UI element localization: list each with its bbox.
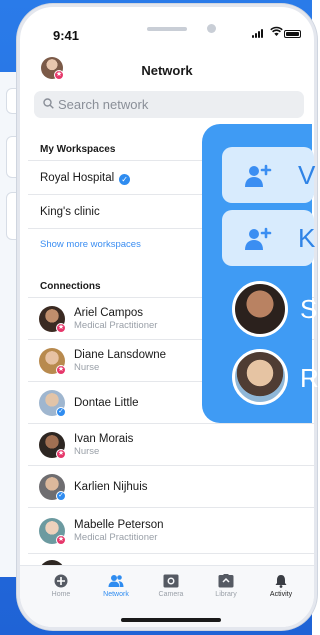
connection-row[interactable] bbox=[28, 553, 314, 586]
workspace-label: King's clinic bbox=[40, 206, 100, 218]
quick-contact-letter: R bbox=[300, 363, 319, 393]
workspace-label: Royal Hospital bbox=[40, 172, 115, 184]
quick-workspace-card[interactable]: V bbox=[222, 147, 316, 203]
add-user-icon bbox=[245, 164, 272, 187]
avatar: ★ bbox=[39, 518, 66, 545]
connection-row[interactable]: ★ Ivan Morais Nurse bbox=[28, 423, 314, 465]
camera-icon bbox=[163, 574, 179, 588]
connection-name: Ivan Morais bbox=[74, 433, 134, 445]
tab-network[interactable]: Network bbox=[91, 574, 141, 598]
quick-contacts-panel: V K S R bbox=[202, 124, 319, 423]
connection-name: Karlien Nijhuis bbox=[74, 481, 148, 493]
connection-role: Medical Practitioner bbox=[74, 532, 158, 543]
tab-label: Home bbox=[51, 591, 71, 598]
tab-label: Activity bbox=[269, 591, 293, 598]
wifi-icon bbox=[270, 26, 283, 36]
bell-icon bbox=[275, 575, 287, 588]
avatar: ★ bbox=[39, 306, 66, 333]
tab-label: Camera bbox=[158, 591, 184, 598]
library-icon bbox=[218, 574, 234, 588]
connection-row[interactable]: ★ Mabelle Peterson Medical Practitioner bbox=[28, 507, 314, 553]
connection-name: Mabelle Peterson bbox=[74, 519, 164, 531]
quick-card-letter: K bbox=[298, 223, 316, 253]
avatar: ★ bbox=[39, 348, 66, 375]
star-badge-icon: ★ bbox=[56, 449, 66, 459]
connections-heading: Connections bbox=[40, 281, 101, 292]
connection-role: Medical Practitioner bbox=[74, 320, 158, 331]
star-badge-icon: ★ bbox=[56, 535, 66, 545]
connection-name: Diane Lansdowne bbox=[74, 349, 167, 361]
front-camera bbox=[207, 24, 216, 33]
quick-contact-letter: S bbox=[300, 294, 318, 324]
avatar[interactable] bbox=[232, 349, 288, 405]
people-icon bbox=[108, 575, 124, 587]
workspaces-heading: My Workspaces bbox=[40, 144, 116, 155]
connection-name: Ariel Campos bbox=[74, 307, 144, 319]
avatar: ✓ bbox=[39, 390, 66, 417]
add-user-icon bbox=[245, 227, 272, 250]
tab-label: Network bbox=[103, 591, 129, 598]
signal-icon bbox=[252, 29, 263, 38]
avatar[interactable] bbox=[232, 281, 288, 337]
quick-workspace-card[interactable]: K bbox=[222, 210, 316, 266]
connection-role: Nurse bbox=[74, 446, 100, 457]
status-time: 9:41 bbox=[53, 28, 80, 43]
battery-icon bbox=[284, 30, 301, 38]
connection-role: Nurse bbox=[74, 362, 100, 373]
page-title: Network bbox=[141, 63, 193, 78]
connection-name: Dontae Little bbox=[74, 397, 139, 409]
check-badge-icon: ✓ bbox=[56, 407, 66, 417]
quick-card-letter: V bbox=[298, 160, 316, 190]
speaker-grille bbox=[147, 27, 187, 31]
search-input[interactable]: Search network bbox=[34, 91, 304, 118]
home-icon bbox=[54, 574, 68, 588]
avatar: ✓ bbox=[39, 474, 66, 501]
tab-camera[interactable]: Camera bbox=[146, 574, 196, 598]
status-bar: 9:41 bbox=[20, 7, 314, 47]
search-icon bbox=[43, 98, 54, 109]
tab-home[interactable]: Home bbox=[36, 574, 86, 598]
star-badge-icon: ★ bbox=[56, 323, 66, 333]
star-badge-icon: ★ bbox=[56, 365, 66, 375]
connection-row[interactable]: ✓ Karlien Nijhuis bbox=[28, 465, 314, 507]
search-placeholder: Search network bbox=[58, 97, 149, 112]
tab-label: Library bbox=[215, 591, 237, 598]
home-indicator bbox=[121, 618, 221, 622]
show-more-workspaces-link[interactable]: Show more workspaces bbox=[40, 239, 141, 250]
tab-activity[interactable]: Activity bbox=[256, 574, 306, 598]
avatar: ★ bbox=[39, 432, 66, 459]
verified-icon: ✓ bbox=[119, 174, 131, 185]
tab-library[interactable]: Library bbox=[201, 574, 251, 598]
check-badge-icon: ✓ bbox=[56, 491, 66, 501]
